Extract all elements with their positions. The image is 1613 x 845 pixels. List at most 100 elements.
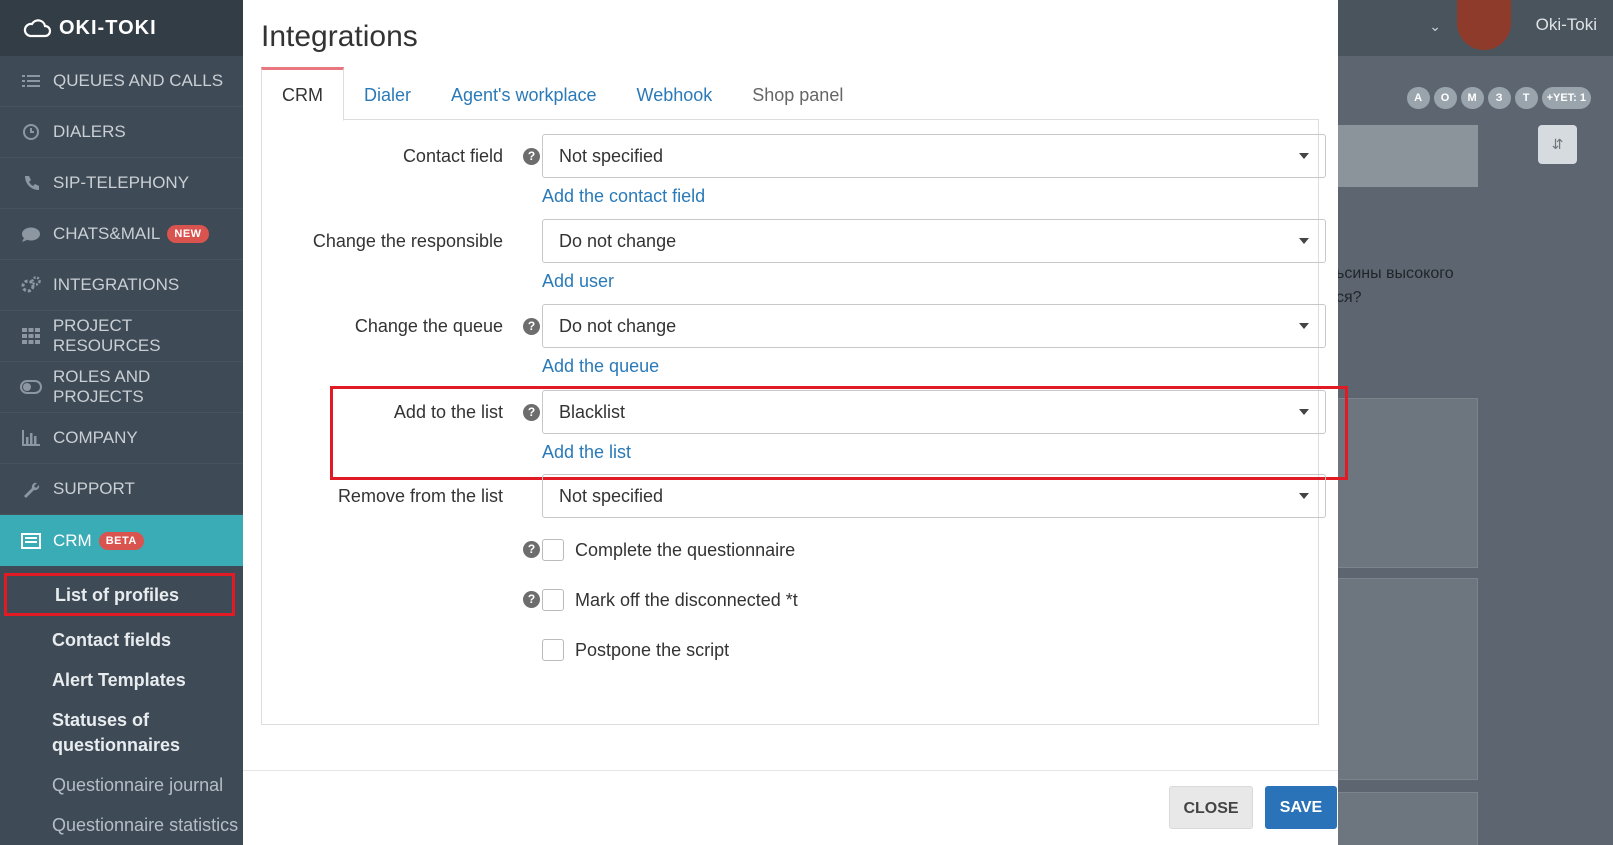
sidebar-subitem-questionnaire-statistics[interactable]: Questionnaire statistics: [0, 813, 243, 838]
tab-dialer[interactable]: Dialer: [344, 67, 431, 120]
help-icon[interactable]: ?: [523, 591, 540, 608]
postpone-script-row: Postpone the script: [262, 635, 1318, 665]
sidebar: OKI-TOKI QUEUES AND CALLS DIALERS SIP-TE…: [0, 0, 243, 845]
sidebar-subitem-alert-templates[interactable]: Alert Templates: [0, 668, 243, 693]
contact-field-label: Contact field: [402, 146, 503, 166]
help-icon[interactable]: ?: [523, 404, 540, 421]
integrations-modal: Integrations CRM Dialer Agent's workplac…: [243, 0, 1348, 845]
background-card: [1333, 398, 1478, 568]
sidebar-item-company[interactable]: COMPANY: [0, 413, 243, 464]
select-value: Do not change: [559, 231, 677, 251]
contact-field-select[interactable]: Not specified: [542, 134, 1326, 178]
sidebar-item-queues-and-calls[interactable]: QUEUES AND CALLS: [0, 56, 243, 107]
remove-from-list-select[interactable]: Not specified: [542, 474, 1326, 518]
background-card: [1333, 578, 1478, 780]
select-value: Not specified: [559, 486, 664, 506]
sidebar-subitem-statuses[interactable]: Statuses of questionnaires: [0, 708, 243, 758]
change-responsible-label: Change the responsible: [312, 231, 503, 251]
beta-badge: BETA: [98, 531, 144, 550]
logo-text: OKI-TOKI: [59, 16, 157, 39]
tab-crm[interactable]: CRM: [261, 67, 344, 121]
add-to-list-select[interactable]: Blacklist: [542, 390, 1326, 434]
sidebar-subitem-list-of-profiles[interactable]: List of profiles: [4, 573, 235, 616]
change-queue-select[interactable]: Do not change: [542, 304, 1326, 348]
queue-badge[interactable]: T: [1514, 87, 1538, 109]
sidebar-subitem-contact-fields[interactable]: Contact fields: [0, 628, 243, 653]
mark-disconnected-checkbox[interactable]: [542, 589, 564, 611]
add-to-list-label: Add to the list: [393, 402, 503, 422]
sidebar-item-label: SIP-TELEPHONY: [53, 173, 190, 192]
change-queue-label: Change the queue: [354, 316, 503, 336]
toggle-icon: [20, 378, 42, 396]
complete-questionnaire-label[interactable]: Complete the questionnaire: [575, 540, 795, 561]
list-icon: [20, 72, 42, 90]
sidebar-item-chats-mail[interactable]: CHATS&MAIL NEW: [0, 209, 243, 260]
queue-badge[interactable]: M: [1460, 87, 1484, 109]
select-value: Do not change: [559, 316, 677, 336]
bar-chart-icon: [20, 429, 42, 447]
add-queue-link[interactable]: Add the queue: [542, 356, 659, 377]
help-icon[interactable]: ?: [523, 541, 540, 558]
chevron-down-icon[interactable]: ⌄: [1429, 18, 1441, 35]
add-list-link[interactable]: Add the list: [542, 442, 631, 463]
queue-badge[interactable]: З: [1487, 87, 1511, 109]
sidebar-item-sip-telephony[interactable]: SIP-TELEPHONY: [0, 158, 243, 209]
background-text-line: ьсины высокого: [1336, 265, 1454, 282]
add-contact-field-link[interactable]: Add the contact field: [542, 186, 705, 207]
sort-icon[interactable]: ⇵: [1538, 125, 1577, 164]
remove-from-list-label: Remove from the list: [337, 486, 503, 506]
sidebar-item-label: CHATS&MAIL: [53, 224, 161, 243]
save-button[interactable]: SAVE: [1265, 786, 1337, 829]
sidebar-subitem-questionnaire-journal[interactable]: Questionnaire journal: [0, 773, 243, 798]
sidebar-item-roles-and-projects[interactable]: ROLES AND PROJECTS: [0, 362, 243, 413]
grid-icon: [20, 327, 42, 345]
sidebar-item-label: DIALERS: [53, 122, 126, 141]
tab-agents-workplace[interactable]: Agent's workplace: [431, 67, 617, 120]
modal-title: Integrations: [261, 20, 418, 53]
select-value: Not specified: [559, 146, 664, 166]
select-value: Blacklist: [559, 402, 626, 422]
background-text: ьсины высокого ся?: [1336, 262, 1454, 310]
background-panel: [1333, 125, 1478, 187]
help-icon[interactable]: ?: [523, 148, 540, 165]
queue-badge[interactable]: O: [1433, 87, 1457, 109]
tab-shop-panel[interactable]: Shop panel: [732, 67, 863, 120]
logo[interactable]: OKI-TOKI: [0, 0, 243, 56]
sidebar-item-integrations[interactable]: INTEGRATIONS: [0, 260, 243, 311]
add-user-link[interactable]: Add user: [542, 271, 614, 292]
complete-questionnaire-row: ? Complete the questionnaire: [262, 535, 1318, 565]
sidebar-item-project-resources[interactable]: PROJECT RESOURCES: [0, 311, 243, 362]
mark-disconnected-row: ? Mark off the disconnected *t: [262, 585, 1318, 615]
sidebar-item-support[interactable]: SUPPORT: [0, 464, 243, 515]
help-icon[interactable]: ?: [523, 318, 540, 335]
user-name[interactable]: Oki-Toki: [1536, 15, 1597, 35]
complete-questionnaire-checkbox[interactable]: [542, 539, 564, 561]
cloud-icon: [23, 19, 52, 38]
sidebar-item-label: COMPANY: [53, 428, 138, 447]
close-button[interactable]: CLOSE: [1169, 786, 1253, 829]
background-text-line: ся?: [1336, 289, 1362, 306]
mark-disconnected-label[interactable]: Mark off the disconnected *t: [575, 590, 798, 611]
postpone-script-checkbox[interactable]: [542, 639, 564, 661]
background-card: [1333, 792, 1478, 845]
queue-badge[interactable]: +YET: 1: [1541, 87, 1591, 109]
wrench-icon: [20, 480, 42, 498]
queue-badges: A O M З T +YET: 1: [1406, 87, 1591, 109]
clock-icon: [20, 123, 42, 141]
caret-down-icon: [1299, 323, 1309, 329]
gears-icon: [20, 276, 42, 294]
avatar[interactable]: [1457, 0, 1511, 50]
change-responsible-select[interactable]: Do not change: [542, 219, 1326, 263]
sidebar-item-dialers[interactable]: DIALERS: [0, 107, 243, 158]
phone-icon: [20, 174, 42, 192]
sidebar-item-label: ROLES AND PROJECTS: [53, 367, 151, 406]
postpone-script-label[interactable]: Postpone the script: [575, 640, 729, 661]
sidebar-item-crm[interactable]: CRM BETA: [0, 515, 243, 566]
new-badge: NEW: [167, 225, 209, 243]
sidebar-item-label: QUEUES AND CALLS: [53, 71, 224, 90]
sidebar-subitem-label: questionnaires: [52, 735, 181, 755]
tab-bar: CRM Dialer Agent's workplace Webhook Sho…: [261, 67, 1319, 121]
tab-webhook[interactable]: Webhook: [617, 67, 733, 120]
queue-badge[interactable]: A: [1406, 87, 1430, 109]
caret-down-icon: [1299, 238, 1309, 244]
